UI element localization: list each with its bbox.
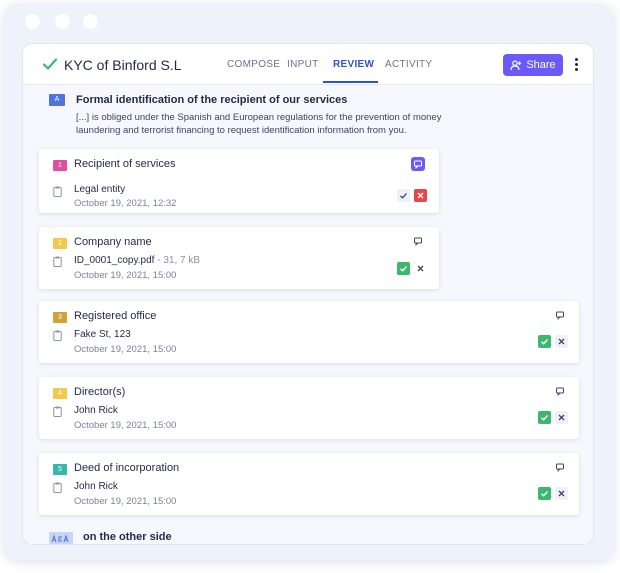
field-number-badge: 1 [53,160,67,171]
comment-icon[interactable] [411,157,425,171]
field-timestamp: October 19, 2021, 12:32 [74,198,177,209]
attachment-row[interactable]: ID_0001_copy.pdf - 31, 7 kB [74,255,200,266]
tab-compose[interactable]: COMPOSE [227,59,280,70]
reject-button[interactable] [555,335,568,348]
tab-input[interactable]: INPUT [287,59,319,70]
comment-icon[interactable] [553,460,567,474]
field-timestamp: October 19, 2021, 15:00 [74,496,177,507]
reject-button[interactable] [414,262,427,275]
clipboard-icon [53,256,62,267]
field-title: Recipient of services [74,158,176,170]
section-title: Formal identification of the recipient o… [76,94,348,106]
accept-button[interactable] [538,411,551,424]
field-value: John Rick [74,481,118,492]
field-title: Company name [74,236,152,248]
reject-button[interactable] [414,189,427,202]
page-title: KYC of Binford S.L [64,57,182,73]
reject-button[interactable] [555,411,568,424]
comment-icon[interactable] [553,308,567,322]
app-window: KYC of Binford S.L COMPOSE INPUT REVIEW … [22,43,594,545]
clipboard-icon [53,330,62,341]
more-options-icon[interactable] [571,56,581,74]
field-number-badge: 2 [53,238,67,249]
field-card-deed-of-incorporation[interactable]: 5 Deed of incorporation John Rick Octobe… [39,453,579,515]
field-number-badge: 3 [53,312,67,323]
field-card-company-name[interactable]: 2 Company name ID_0001_copy.pdf - 31, 7 … [39,227,439,289]
field-timestamp: October 19, 2021, 15:00 [74,420,177,431]
file-size: 31, 7 kB [163,255,201,266]
tab-activity[interactable]: ACTIVITY [385,59,432,70]
comment-icon[interactable] [553,384,567,398]
field-timestamp: October 19, 2021, 15:00 [74,344,177,355]
file-name: ID_0001_copy.pdf [74,255,155,266]
top-bar: KYC of Binford S.L COMPOSE INPUT REVIEW … [23,44,593,85]
tab-active-indicator [323,81,378,83]
add-user-icon [510,59,522,70]
accept-button[interactable] [538,487,551,500]
window-dot [55,14,70,29]
field-number-badge: 5 [53,464,67,475]
clipboard-icon [53,406,62,417]
field-number-badge: 4 [53,388,67,399]
section-description: [...] is obliged under the Spanish and E… [76,112,442,136]
section-badge [49,532,73,544]
clipboard-icon [53,482,62,493]
field-value: Legal entity [74,184,126,195]
accept-button[interactable] [538,335,551,348]
field-card-registered-office[interactable]: 3 Registered office Fake St, 123 October… [39,301,579,363]
accept-button[interactable] [397,189,410,202]
section-badge: A [49,94,65,106]
tab-review[interactable]: REVIEW [333,59,374,70]
field-card-directors[interactable]: 4 Director(s) John Rick October 19, 2021… [39,377,579,439]
reject-button[interactable] [555,487,568,500]
share-label: Share [526,59,556,71]
window-dot [83,14,98,29]
clipboard-icon [53,186,62,197]
field-title: Registered office [74,310,157,322]
accept-button[interactable] [397,262,410,275]
field-timestamp: October 19, 2021, 15:00 [74,270,177,281]
window-dot [25,14,40,29]
field-card-recipient[interactable]: 1 Recipient of services Legal entity Oct… [39,149,439,213]
share-button[interactable]: Share [503,54,563,76]
field-title: Deed of incorporation [74,462,180,474]
field-value: Fake St, 123 [74,329,131,340]
check-icon [42,58,58,70]
section-title: on the other side [83,531,172,543]
comment-icon[interactable] [411,234,425,248]
field-value: John Rick [74,405,118,416]
field-title: Director(s) [74,386,126,398]
